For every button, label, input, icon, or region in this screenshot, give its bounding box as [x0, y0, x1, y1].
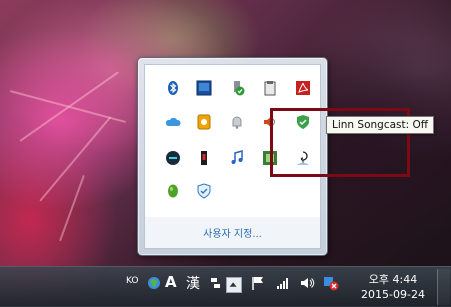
bell-icon[interactable]	[229, 114, 245, 130]
leaf-vein	[39, 116, 112, 202]
notes-icon[interactable]	[196, 114, 212, 130]
customize-strip: 사용자 지정...	[144, 217, 321, 249]
network-signal-icon[interactable]	[275, 275, 291, 291]
language-indicator[interactable]: KO	[126, 276, 139, 286]
security-alert-icon[interactable]	[323, 275, 339, 291]
green-bean-icon[interactable]	[165, 183, 181, 199]
ime-han-icon[interactable]: 漢	[186, 273, 202, 292]
clock-time[interactable]: 오후 4:44	[357, 271, 429, 287]
ime-options-icon[interactable]	[208, 275, 224, 291]
bluetooth-icon[interactable]	[165, 80, 181, 96]
clipboard-icon[interactable]	[262, 80, 278, 96]
action-center-flag-icon[interactable]	[250, 275, 266, 291]
acrobat-icon[interactable]	[295, 80, 311, 96]
show-desktop-button[interactable]	[437, 269, 450, 305]
red-device-icon[interactable]	[196, 150, 212, 166]
network-monitor-icon[interactable]	[196, 80, 212, 96]
clock-date[interactable]: 2015-09-24	[357, 288, 429, 301]
shield-check-icon[interactable]	[196, 183, 212, 199]
leaf-vein	[9, 90, 127, 124]
power-check-icon[interactable]	[229, 80, 245, 96]
leaf-vein	[59, 174, 85, 242]
chevron-up-icon	[229, 282, 237, 287]
ime-globe-icon[interactable]	[146, 275, 162, 291]
show-hidden-icons-button[interactable]	[226, 277, 242, 293]
cloud-icon[interactable]	[165, 114, 181, 130]
music-icon[interactable]	[229, 150, 245, 166]
tooltip: Linn Songcast: Off	[326, 116, 434, 134]
customize-link[interactable]: 사용자 지정...	[145, 225, 320, 240]
speaker-icon[interactable]	[299, 275, 315, 291]
gaming-icon[interactable]	[165, 150, 181, 166]
ime-a-icon[interactable]: A	[165, 273, 181, 291]
taskbar: KO A 漢 오후 4:44 2015-09-24	[0, 266, 451, 307]
